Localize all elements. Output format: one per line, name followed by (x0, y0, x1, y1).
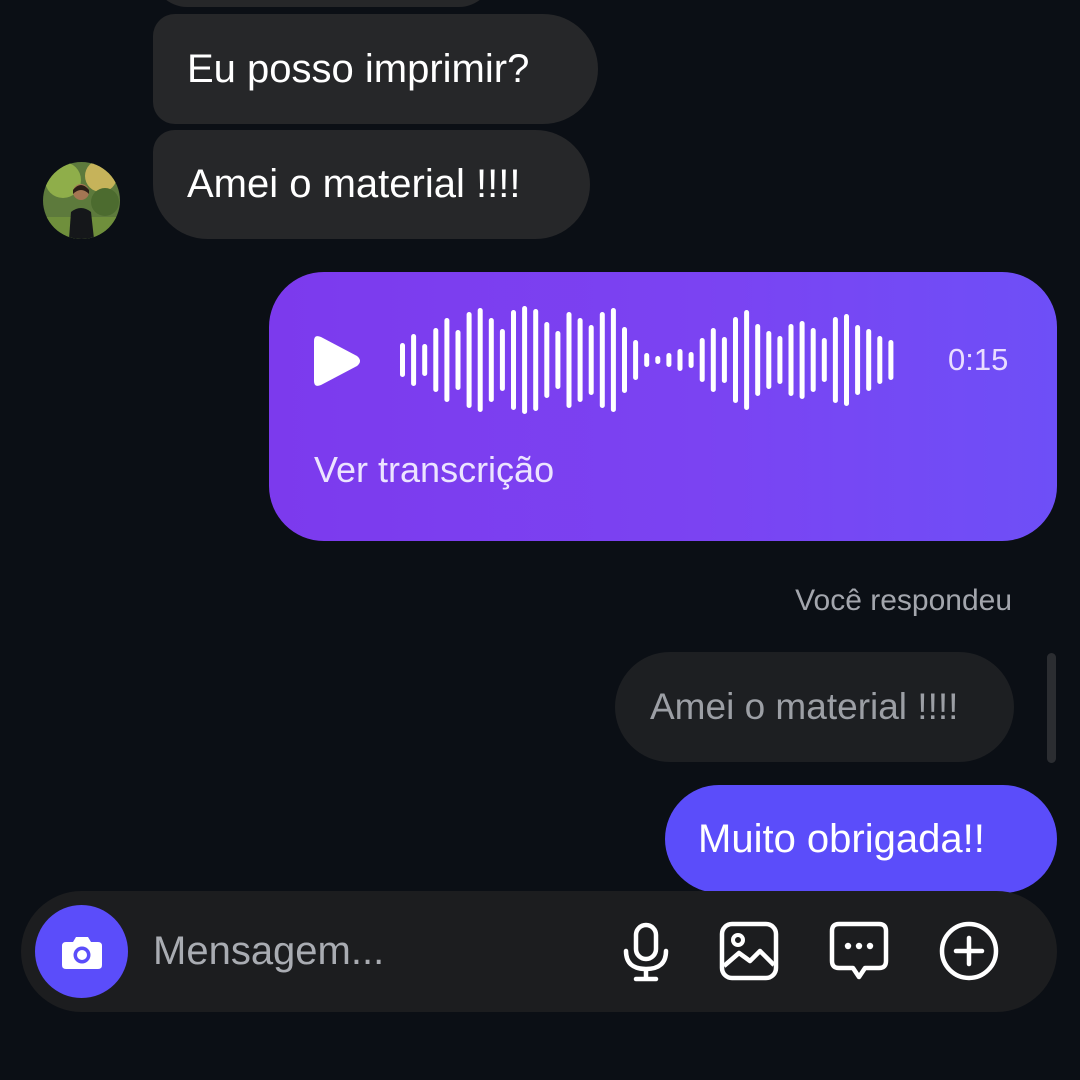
incoming-message[interactable]: Eu posso imprimir? (153, 14, 598, 124)
message-text: Amei o material !!!! (187, 162, 521, 206)
waveform-bar (633, 340, 639, 380)
waveform-bar (511, 310, 516, 410)
incoming-message-partial[interactable] (153, 0, 493, 7)
mic-icon[interactable] (614, 919, 678, 983)
waveform-bar (733, 317, 738, 403)
waveform-bar (688, 352, 694, 368)
waveform-bar (455, 330, 461, 390)
waveform-bar (566, 312, 572, 408)
waveform-bar (622, 327, 627, 393)
waveform-bar (821, 338, 827, 382)
message-text: Eu posso imprimir? (187, 46, 530, 91)
audio-waveform[interactable] (396, 300, 916, 420)
waveform-bar (644, 353, 650, 367)
quoted-message[interactable]: Amei o material !!!! (615, 652, 1014, 762)
camera-icon (61, 936, 102, 969)
waveform-bar (655, 356, 661, 364)
view-transcript-link[interactable]: Ver transcrição (314, 449, 554, 491)
waveform-bar (422, 344, 428, 376)
waveform-bar (444, 318, 450, 402)
message-input[interactable] (153, 918, 583, 984)
waveform-bar (832, 317, 838, 403)
waveform-bar (499, 329, 505, 391)
waveform-bar (744, 310, 750, 410)
waveform-bar (433, 328, 439, 392)
quoted-text: Amei o material !!!! (650, 686, 959, 727)
play-icon[interactable] (308, 332, 364, 390)
waveform-bar (477, 308, 483, 412)
waveform-bar (666, 353, 672, 367)
waveform-bar (599, 312, 605, 408)
waveform-bar (877, 336, 883, 384)
waveform-bar (588, 325, 594, 395)
waveform-bar (844, 314, 849, 406)
camera-button[interactable] (35, 905, 128, 998)
waveform-bar (677, 349, 683, 371)
waveform-bar (533, 309, 539, 411)
waveform-bar (522, 306, 528, 414)
incoming-message[interactable]: Amei o material !!!! (153, 130, 590, 239)
waveform-bar (610, 308, 616, 412)
gallery-icon[interactable] (717, 919, 781, 983)
plus-icon[interactable] (937, 919, 1001, 983)
waveform-bar (755, 324, 761, 396)
waveform-bar (810, 328, 816, 392)
waveform-bar (400, 343, 405, 377)
waveform-bar (544, 322, 550, 398)
avatar-photo (43, 162, 120, 239)
waveform-bar (555, 331, 561, 389)
waveform-bar (799, 321, 805, 399)
reply-label: Você respondeu (795, 584, 1012, 617)
waveform-bar (411, 334, 417, 386)
sticker-icon[interactable] (827, 919, 891, 983)
waveform-bar (888, 340, 894, 380)
waveform-bar (866, 329, 872, 391)
scrollbar[interactable] (1047, 653, 1056, 763)
waveform-bar (855, 325, 861, 395)
avatar[interactable] (43, 162, 120, 239)
outgoing-message[interactable]: Muito obrigada!! (665, 785, 1057, 893)
waveform-bar (488, 318, 494, 402)
waveform-bar (788, 324, 794, 396)
waveform-bar (766, 331, 772, 389)
waveform-bar (699, 338, 705, 382)
message-text: Muito obrigada!! (698, 816, 985, 861)
waveform-bar (466, 312, 472, 408)
waveform-bar (710, 328, 716, 392)
voice-duration: 0:15 (948, 342, 1009, 377)
waveform-bar (721, 337, 727, 383)
waveform-bar (777, 336, 783, 384)
waveform-bar (577, 318, 583, 402)
